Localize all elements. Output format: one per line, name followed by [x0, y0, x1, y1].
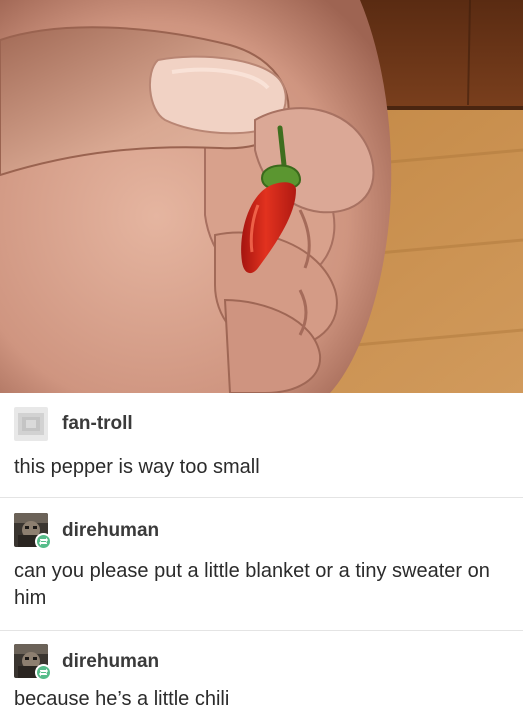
post-username[interactable]: fan-troll	[62, 413, 133, 435]
blurred-avatar-icon	[14, 407, 48, 441]
thread-post: fan-troll this pepper is way too small	[0, 393, 523, 497]
avatar-fan-troll[interactable]	[14, 407, 48, 441]
reblog-badge-icon	[35, 533, 52, 550]
post-username[interactable]: direhuman	[62, 520, 159, 542]
pepper-photo	[0, 0, 523, 393]
thread-post: direhuman can you please put a little bl…	[0, 497, 523, 630]
post-text: can you please put a little blanket or a…	[14, 560, 490, 609]
post-text: because he’s a little chili	[14, 688, 230, 710]
thread-post: direhuman because he’s a little chili	[0, 630, 523, 717]
reblog-badge-icon	[35, 664, 52, 681]
post-photo	[0, 0, 523, 393]
post-text: this pepper is way too small	[14, 456, 260, 478]
post-username[interactable]: direhuman	[62, 651, 159, 673]
reblog-thread: fan-troll this pepper is way too small d…	[0, 393, 523, 717]
